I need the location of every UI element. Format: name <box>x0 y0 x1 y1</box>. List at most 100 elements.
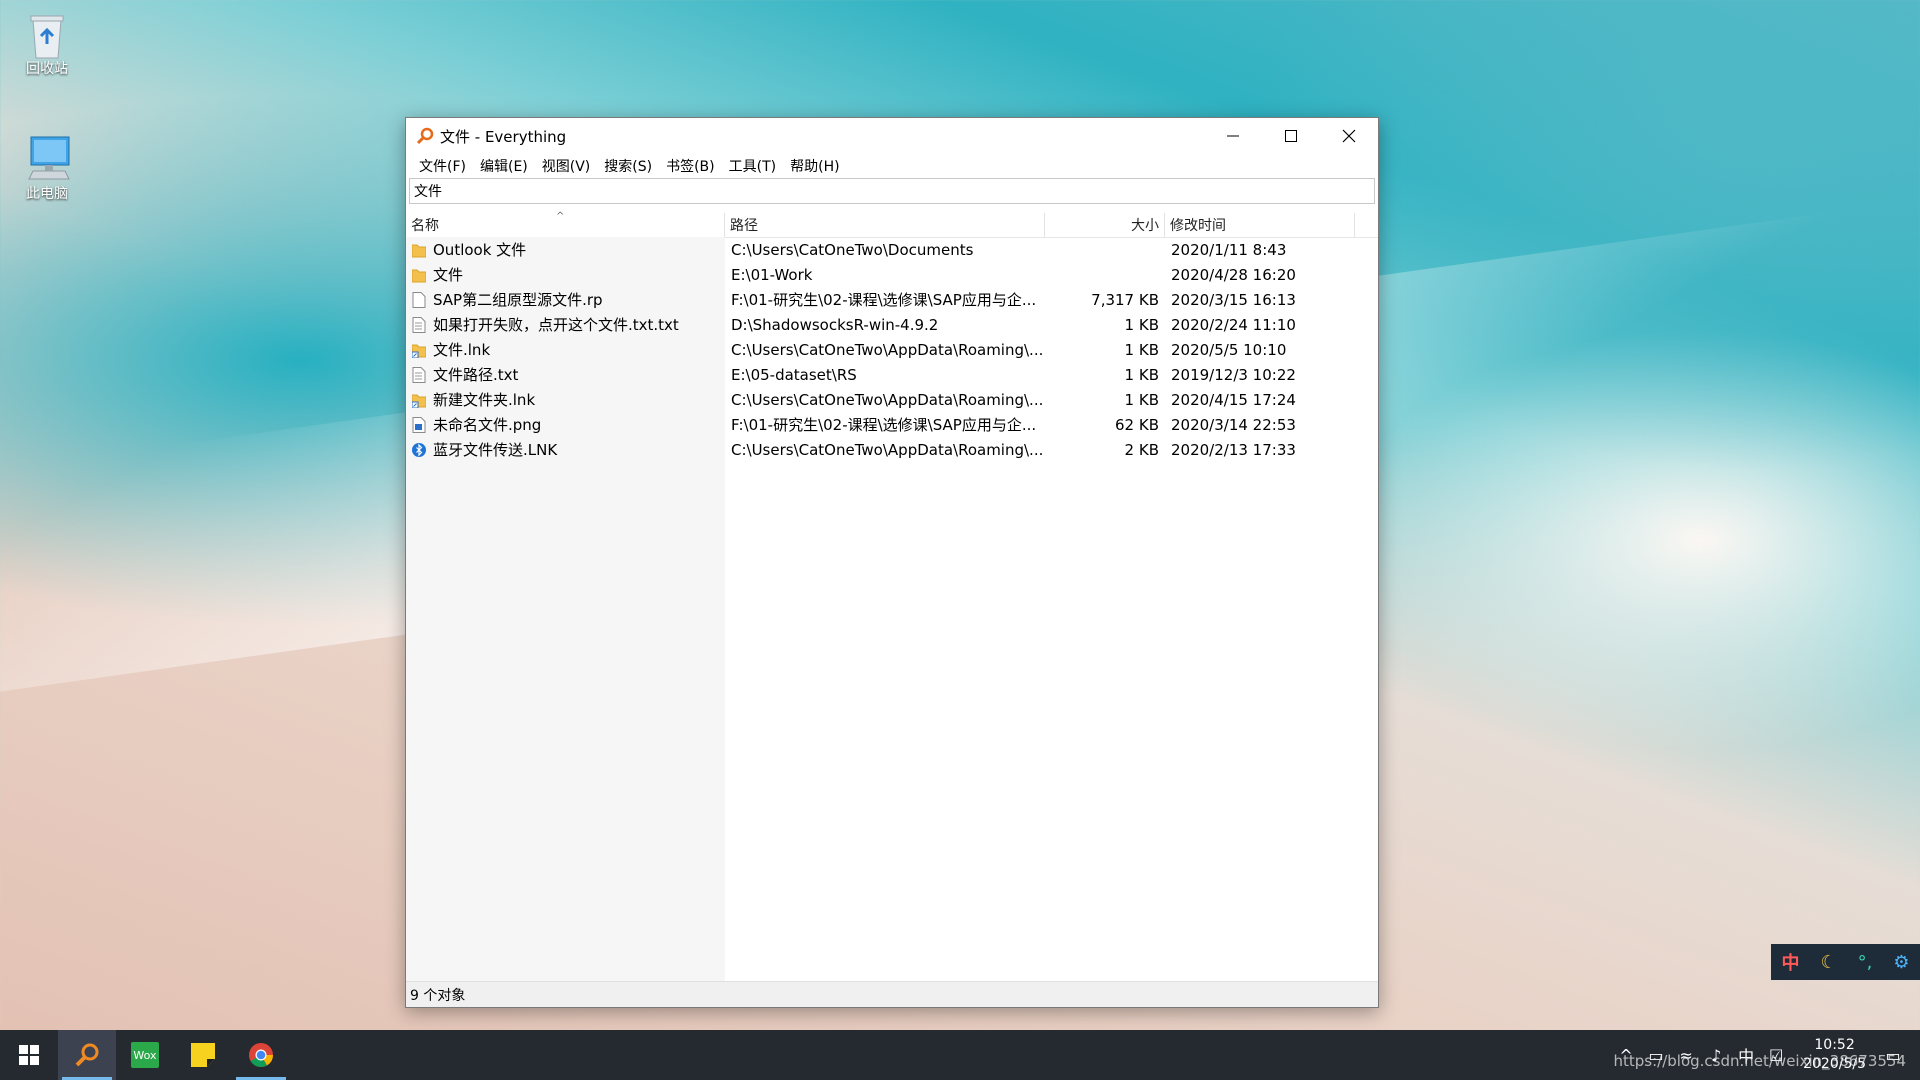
file-modified: 2020/2/24 11:10 <box>1171 315 1296 334</box>
file-name: 未命名文件.png <box>433 416 542 434</box>
file-size: 1 KB <box>1124 315 1159 334</box>
menu-bar: 文件(F) 编辑(E) 视图(V) 搜索(S) 书签(B) 工具(T) 帮助(H… <box>406 154 1378 178</box>
sort-ascending-icon: ^ <box>556 211 565 222</box>
table-row[interactable]: Outlook 文件 C:\Users\CatOneTwo\Documents … <box>406 237 1378 262</box>
computer-icon <box>25 135 70 180</box>
text-file-icon <box>412 316 426 333</box>
close-button[interactable] <box>1320 118 1378 154</box>
column-name[interactable]: 名称 ^ <box>406 211 725 237</box>
title-bar[interactable]: 文件 - Everything <box>406 118 1378 154</box>
file-name: 文件 <box>433 266 464 284</box>
everything-app-icon <box>416 127 434 145</box>
file-path: D:\ShadowsocksR-win-4.9.2 <box>731 315 939 334</box>
file-path: C:\Users\CatOneTwo\AppData\Roaming\... <box>731 390 1044 409</box>
file-modified: 2020/3/15 16:13 <box>1171 290 1296 309</box>
table-row[interactable]: 文件.lnk C:\Users\CatOneTwo\AppData\Roamin… <box>406 337 1378 362</box>
file-path: E:\05-dataset\RS <box>731 365 857 384</box>
file-path: F:\01-研究生\02-课程\选修课\SAP应用与企... <box>731 291 1037 309</box>
file-modified: 2020/1/11 8:43 <box>1171 240 1287 259</box>
desktop-icon-label: 回收站 <box>26 61 68 77</box>
menu-search[interactable]: 搜索(S) <box>597 156 659 176</box>
start-button[interactable] <box>0 1030 58 1080</box>
column-size[interactable]: 大小 <box>1045 213 1165 237</box>
taskbar-everything[interactable] <box>58 1030 116 1080</box>
table-row[interactable]: 蓝牙文件传送.LNK C:\Users\CatOneTwo\AppData\Ro… <box>406 437 1378 462</box>
file-path: E:\01-Work <box>731 265 813 284</box>
menu-file[interactable]: 文件(F) <box>412 156 473 176</box>
file-path: C:\Users\CatOneTwo\AppData\Roaming\... <box>731 340 1044 359</box>
results-list: Outlook 文件 C:\Users\CatOneTwo\Documents … <box>406 237 1378 462</box>
table-row[interactable]: SAP第二组原型源文件.rp F:\01-研究生\02-课程\选修课\SAP应用… <box>406 287 1378 312</box>
file-name: SAP第二组原型源文件.rp <box>433 291 603 309</box>
status-bar: 9 个对象 <box>406 981 1378 1007</box>
column-path[interactable]: 路径 <box>725 213 1045 237</box>
column-name-label: 名称 <box>411 218 439 234</box>
file-path: C:\Users\CatOneTwo\AppData\Roaming\... <box>731 440 1044 459</box>
folder-icon <box>411 267 427 283</box>
status-text: 9 个对象 <box>410 987 466 1004</box>
shortcut-icon <box>411 392 427 408</box>
file-name: Outlook 文件 <box>433 241 527 259</box>
column-modified[interactable]: 修改时间 <box>1165 213 1355 237</box>
taskbar-chrome[interactable] <box>232 1030 290 1080</box>
image-file-icon <box>412 416 426 433</box>
menu-help[interactable]: 帮助(H) <box>783 156 846 176</box>
file-name: 新建文件夹.lnk <box>433 391 536 409</box>
taskbar-wox[interactable]: Wox <box>116 1030 174 1080</box>
folder-icon <box>411 242 427 258</box>
taskbar: Wox ^ ▭ ≈ ♪ 中 ☑ 10:52 2020/5/5 ▭ https:/… <box>0 1030 1920 1080</box>
gear-icon[interactable]: ⚙ <box>1893 952 1909 973</box>
close-icon <box>1342 129 1356 143</box>
column-size-label: 大小 <box>1131 218 1159 234</box>
desktop-icon-this-pc[interactable]: 此电脑 <box>7 135 87 203</box>
menu-view[interactable]: 视图(V) <box>535 156 598 176</box>
file-size: 1 KB <box>1124 390 1159 409</box>
file-modified: 2020/3/14 22:53 <box>1171 415 1296 434</box>
table-row[interactable]: 如果打开失败，点开这个文件.txt.txt D:\ShadowsocksR-wi… <box>406 312 1378 337</box>
file-name: 文件.lnk <box>433 341 491 359</box>
file-size: 2 KB <box>1124 440 1159 459</box>
desktop-icon-label: 此电脑 <box>26 186 68 202</box>
maximize-button[interactable] <box>1262 118 1320 154</box>
chrome-icon <box>249 1043 273 1068</box>
moon-icon[interactable]: ☾ <box>1820 952 1836 973</box>
menu-bookmarks[interactable]: 书签(B) <box>659 156 722 176</box>
table-row[interactable]: 文件 E:\01-Work 2020/4/28 16:20 <box>406 262 1378 287</box>
recycle-bin-icon <box>25 10 69 59</box>
file-path: C:\Users\CatOneTwo\Documents <box>731 240 974 259</box>
bluetooth-icon <box>412 442 426 458</box>
ime-mode[interactable]: 中 <box>1781 949 1799 975</box>
sticky-notes-icon <box>191 1043 215 1067</box>
window-title: 文件 - Everything <box>440 127 567 146</box>
everything-icon <box>75 1043 99 1067</box>
menu-edit[interactable]: 编辑(E) <box>473 156 535 176</box>
desktop-icon-recycle-bin[interactable]: 回收站 <box>7 10 87 78</box>
column-modified-label: 修改时间 <box>1170 218 1226 234</box>
start-icon <box>19 1045 39 1065</box>
taskbar-sticky-notes[interactable] <box>174 1030 232 1080</box>
minimize-button[interactable] <box>1204 118 1262 154</box>
file-name: 如果打开失败，点开这个文件.txt.txt <box>433 316 679 334</box>
file-size: 62 KB <box>1115 415 1159 434</box>
table-row[interactable]: 未命名文件.png F:\01-研究生\02-课程\选修课\SAP应用与企...… <box>406 412 1378 437</box>
maximize-icon <box>1285 130 1297 142</box>
menu-tools[interactable]: 工具(T) <box>722 156 783 176</box>
punctuation-icon[interactable]: °, <box>1858 952 1873 973</box>
file-name: 文件路径.txt <box>433 366 519 384</box>
file-name: 蓝牙文件传送.LNK <box>433 441 558 459</box>
search-input[interactable]: 文件 <box>409 178 1375 204</box>
shortcut-icon <box>411 342 427 358</box>
table-row[interactable]: 文件路径.txt E:\05-dataset\RS 1 KB 2019/12/3… <box>406 362 1378 387</box>
file-icon <box>412 291 426 308</box>
file-modified: 2019/12/3 10:22 <box>1171 365 1296 384</box>
file-modified: 2020/4/15 17:24 <box>1171 390 1296 409</box>
file-size: 1 KB <box>1124 365 1159 384</box>
wox-icon: Wox <box>131 1042 159 1068</box>
watermark: https://blog.csdn.net/weixin_38673554 <box>1613 1052 1906 1070</box>
file-path: F:\01-研究生\02-课程\选修课\SAP应用与企... <box>731 416 1037 434</box>
file-modified: 2020/5/5 10:10 <box>1171 340 1287 359</box>
ime-toolbar: 中 ☾ °, ⚙ <box>1771 944 1920 980</box>
everything-window: 文件 - Everything 文件(F) 编辑(E) 视图(V) 搜索(S) … <box>405 117 1379 1008</box>
file-modified: 2020/4/28 16:20 <box>1171 265 1296 284</box>
table-row[interactable]: 新建文件夹.lnk C:\Users\CatOneTwo\AppData\Roa… <box>406 387 1378 412</box>
